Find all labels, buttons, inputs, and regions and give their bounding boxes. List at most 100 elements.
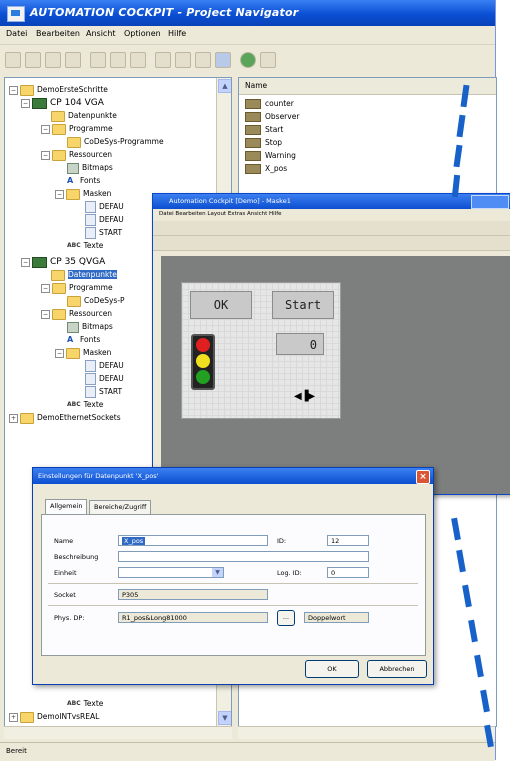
list-item[interactable]: Observer: [245, 111, 299, 123]
list-item[interactable]: Start: [245, 124, 283, 136]
editor-menu[interactable]: Datei Bearbeiten Layout Extras Ansicht H…: [153, 209, 510, 220]
einheit-label: Einheit: [54, 569, 77, 577]
tree-item[interactable]: Datenpunkte: [51, 110, 117, 122]
ok-button[interactable]: OK: [305, 660, 359, 678]
cancel-button[interactable]: Abbrechen: [367, 660, 427, 678]
tree-item[interactable]: + DemoEthernetSockets: [9, 412, 121, 424]
folder-icon: [67, 295, 81, 307]
tab-allgemein[interactable]: Allgemein: [45, 499, 88, 515]
folder-icon: [20, 412, 34, 424]
tree-item[interactable]: DEFAU: [85, 214, 124, 226]
nav-arrows-icon[interactable]: ◀▐▶: [294, 391, 315, 402]
list-view-icon[interactable]: [175, 52, 191, 68]
editor-toolbar-1[interactable]: [153, 221, 510, 236]
tab-bereiche[interactable]: Bereiche/Zugriff: [89, 500, 152, 514]
tree-item[interactable]: ABC Texte: [67, 399, 103, 411]
help-icon[interactable]: [260, 52, 276, 68]
tree-item[interactable]: START: [85, 227, 122, 239]
editor-toolbar-2[interactable]: [153, 236, 510, 251]
variable-icon: [245, 151, 261, 161]
list-item[interactable]: counter: [245, 98, 294, 110]
close-icon[interactable]: ×: [416, 470, 430, 484]
beschreibung-label: Beschreibung: [54, 553, 99, 561]
tree-item[interactable]: DEFAU: [85, 373, 124, 385]
tree-root[interactable]: − DemoErsteSchritte: [9, 84, 108, 96]
list-hscrollbar[interactable]: [238, 726, 495, 739]
variable-icon: [245, 125, 261, 135]
new-icon[interactable]: [5, 52, 21, 68]
menu-hilfe[interactable]: Hilfe: [168, 29, 186, 38]
einheit-select[interactable]: [118, 567, 224, 578]
socket-field: P305: [118, 589, 268, 600]
tree-item[interactable]: A Fonts: [67, 175, 100, 187]
list-item[interactable]: X_pos: [245, 163, 287, 175]
sort-icon[interactable]: [155, 52, 171, 68]
tree-item[interactable]: − Programme: [41, 282, 113, 294]
list-item[interactable]: Stop: [245, 137, 282, 149]
details-view-icon[interactable]: [195, 52, 211, 68]
id-field[interactable]: 12: [327, 535, 369, 546]
green-lamp-icon: [196, 370, 210, 384]
tree-item[interactable]: − CP 104 VGA: [21, 97, 104, 109]
hmi-ok-button[interactable]: OK: [190, 291, 252, 319]
tree-item[interactable]: START: [85, 386, 122, 398]
paste-icon[interactable]: [65, 52, 81, 68]
folder-icon: [52, 282, 66, 294]
globe-icon[interactable]: [240, 52, 256, 68]
folder-icon: [52, 123, 66, 135]
logid-field[interactable]: 0: [327, 567, 369, 578]
name-field[interactable]: X_pos: [118, 535, 268, 546]
tree-item[interactable]: − Ressourcen: [41, 149, 112, 161]
tree-item[interactable]: − Masken: [55, 188, 111, 200]
scroll-up-icon[interactable]: ▲: [218, 79, 231, 93]
browse-button[interactable]: ...: [277, 610, 295, 626]
print-icon[interactable]: [90, 52, 106, 68]
chevron-down-icon[interactable]: ▼: [212, 568, 223, 577]
document-icon: [85, 227, 96, 239]
red-lamp-icon: [196, 338, 210, 352]
hmi-start-button[interactable]: Start: [272, 291, 334, 319]
divider: [48, 605, 418, 606]
menu-optionen[interactable]: Optionen: [124, 29, 161, 38]
window-controls[interactable]: [471, 195, 509, 209]
list-item[interactable]: Warning: [245, 150, 296, 162]
text-icon: ABC: [67, 401, 81, 408]
tree-item[interactable]: Datenpunkte: [51, 269, 117, 281]
scroll-down-icon[interactable]: ▼: [218, 711, 231, 725]
socket-label: Socket: [54, 591, 76, 599]
tree-item[interactable]: − Masken: [55, 347, 111, 359]
column-name[interactable]: Name: [245, 81, 267, 90]
copy-icon[interactable]: [45, 52, 61, 68]
dialog-body: Name X_pos ID: 12 Beschreibung Einheit ▼…: [41, 514, 426, 656]
variable-icon: [245, 138, 261, 148]
traffic-light-icon: [191, 334, 215, 390]
bitmap-icon: [67, 321, 79, 333]
tree-item[interactable]: ABC Texte: [67, 240, 103, 252]
bitmap-icon: [67, 162, 79, 174]
tree-item[interactable]: DEFAU: [85, 360, 124, 372]
tree-item[interactable]: CoDeSys-P: [67, 295, 125, 307]
menu-datei[interactable]: Datei: [6, 29, 27, 38]
tree-item[interactable]: A Fonts: [67, 334, 100, 346]
menu-bearbeiten[interactable]: Bearbeiten: [36, 29, 80, 38]
status-text: Bereit: [6, 747, 27, 755]
menu-ansicht[interactable]: Ansicht: [86, 29, 116, 38]
tree-item[interactable]: Bitmaps: [67, 162, 113, 174]
tree-item[interactable]: CoDeSys-Programme: [67, 136, 164, 148]
grid-view-icon[interactable]: [215, 52, 231, 68]
tree-item[interactable]: − Ressourcen: [41, 308, 112, 320]
preview-icon[interactable]: [110, 52, 126, 68]
folder-icon: [66, 347, 80, 359]
list-header[interactable]: Name: [239, 78, 496, 95]
beschreibung-field[interactable]: [118, 551, 369, 562]
tree-item[interactable]: + DemoINTvsREAL: [9, 711, 99, 723]
tree-item[interactable]: Bitmaps: [67, 321, 113, 333]
phys-field: R1_pos&Long81000: [118, 612, 268, 623]
properties-icon[interactable]: [130, 52, 146, 68]
cut-icon[interactable]: [25, 52, 41, 68]
tree-item[interactable]: − CP 35 QVGA: [21, 256, 105, 268]
tree-item[interactable]: DEFAU: [85, 201, 124, 213]
tree-hscrollbar[interactable]: [4, 726, 232, 739]
tree-item[interactable]: − Programme: [41, 123, 113, 135]
tree-item[interactable]: ABC Texte: [67, 698, 103, 710]
